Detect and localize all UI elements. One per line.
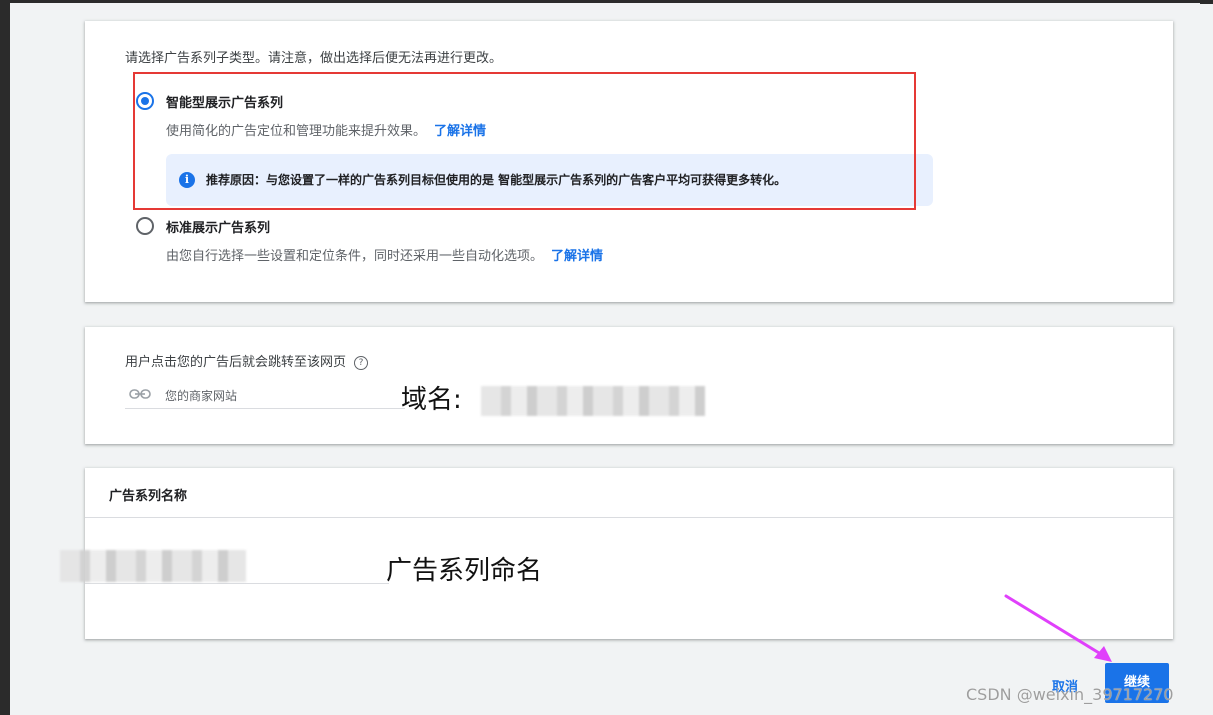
landing-page-label-text: 用户点击您的广告后就会跳转至该网页 bbox=[125, 355, 347, 370]
blurred-campaign-name bbox=[60, 550, 246, 582]
window-edge-left bbox=[0, 0, 10, 715]
help-icon[interactable]: ? bbox=[354, 356, 369, 370]
domain-annotation: 域名: bbox=[401, 385, 462, 415]
window-edge-right bbox=[1200, 0, 1213, 4]
standard-display-description: 由您自行选择一些设置和定位条件，同时还采用一些自动化选项。 了解详情 bbox=[166, 245, 603, 264]
campaign-subtype-card: 请选择广告系列子类型。请注意，做出选择后便无法再进行更改。 智能型展示广告系列 … bbox=[85, 21, 1173, 302]
standard-display-title[interactable]: 标准展示广告系列 bbox=[166, 217, 270, 236]
standard-display-learn-more-link[interactable]: 了解详情 bbox=[551, 249, 603, 264]
landing-page-card: 用户点击您的广告后就会跳转至该网页? 域名: bbox=[85, 327, 1173, 444]
subtype-prompt: 请选择广告系列子类型。请注意，做出选择后便无法再进行更改。 bbox=[125, 51, 503, 66]
blurred-domain bbox=[481, 386, 705, 416]
campaign-name-annotation: 广告系列命名 bbox=[386, 556, 543, 586]
business-website-input[interactable] bbox=[125, 383, 405, 409]
link-icon bbox=[129, 389, 151, 399]
magenta-arrow-annotation bbox=[1004, 594, 1112, 662]
campaign-name-header: 广告系列名称 bbox=[85, 468, 1173, 518]
standard-display-radio[interactable] bbox=[136, 217, 154, 235]
csdn-watermark: CSDN @weixin_39717270 bbox=[966, 685, 1174, 704]
campaign-name-title: 广告系列名称 bbox=[109, 489, 188, 504]
window-edge-top bbox=[10, 0, 1200, 3]
red-highlight-annotation bbox=[133, 72, 916, 210]
landing-page-label: 用户点击您的广告后就会跳转至该网页? bbox=[125, 351, 369, 370]
standard-display-description-text: 由您自行选择一些设置和定位条件，同时还采用一些自动化选项。 bbox=[166, 249, 544, 264]
